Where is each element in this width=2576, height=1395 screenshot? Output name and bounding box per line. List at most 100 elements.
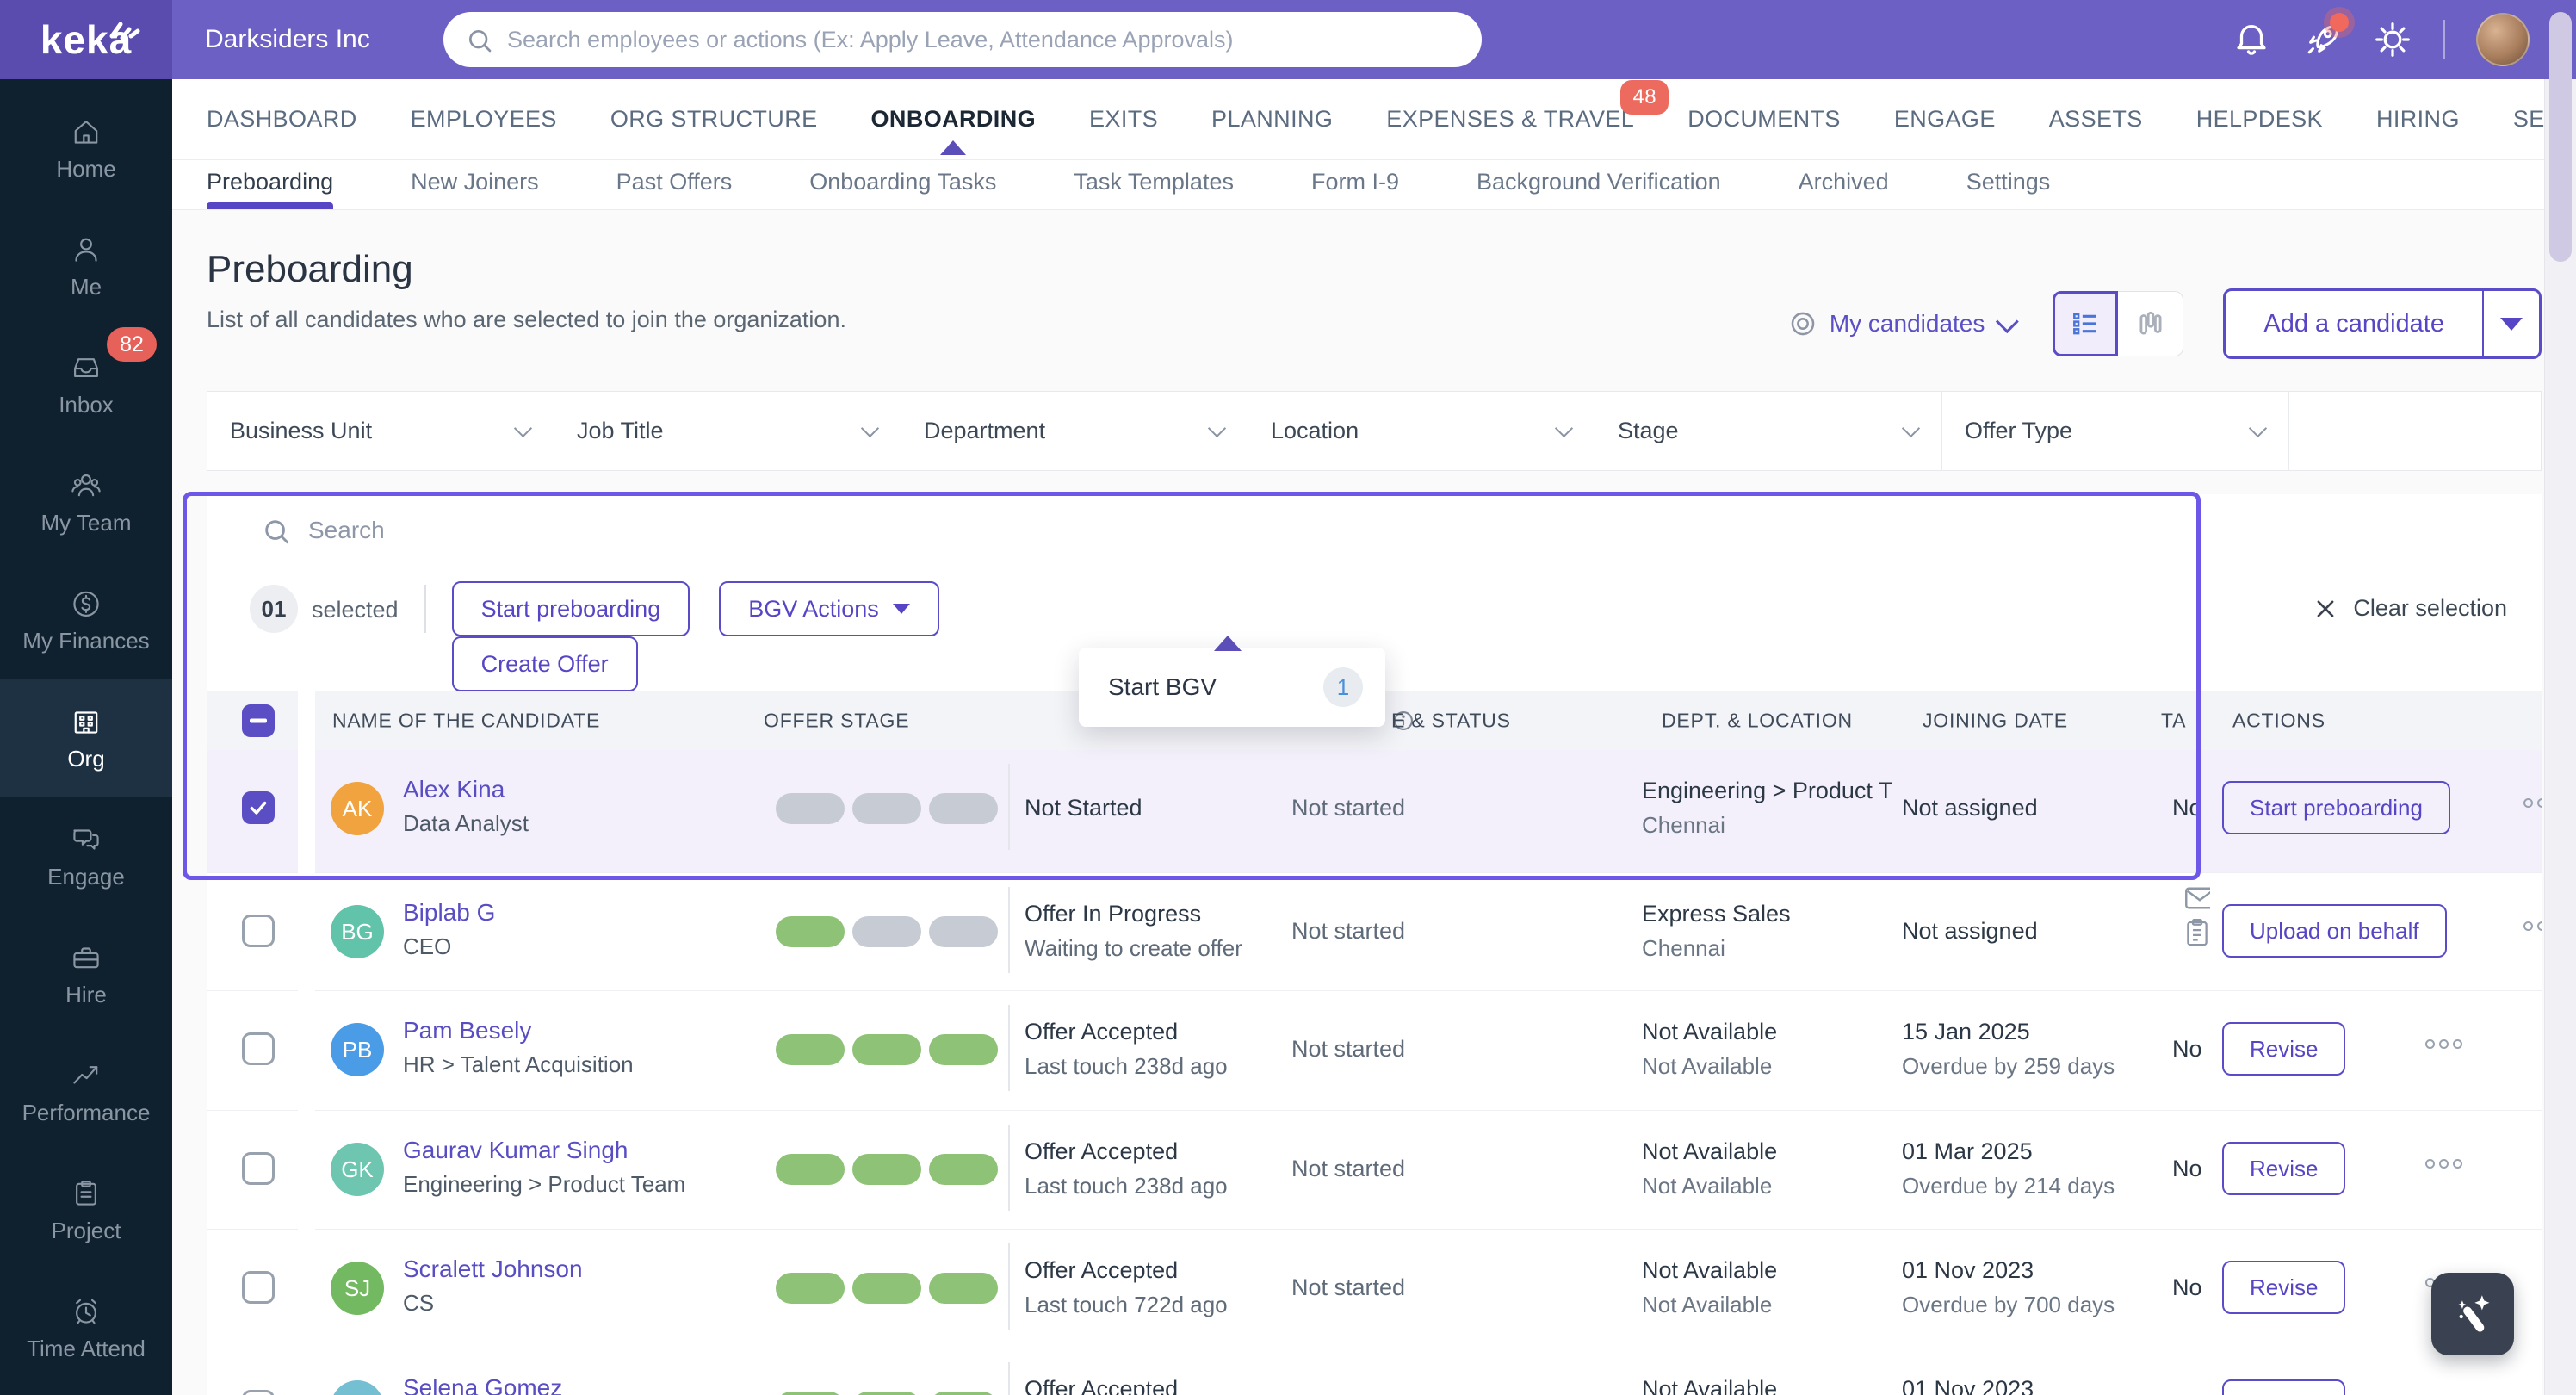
row-checkbox[interactable]: [242, 1152, 275, 1185]
filter-department[interactable]: Department: [901, 392, 1248, 470]
tab-settings[interactable]: Settings: [1966, 160, 2051, 209]
table-search-input[interactable]: [207, 494, 2542, 567]
user-avatar[interactable]: [2476, 13, 2530, 66]
tab-new-joiners[interactable]: New Joiners: [411, 160, 539, 209]
nav-assets[interactable]: ASSETS: [2049, 106, 2143, 133]
keka-logo[interactable]: keka: [0, 0, 172, 79]
candidate-name-link[interactable]: Alex Kina: [403, 776, 505, 803]
settings-gear-icon[interactable]: [2373, 20, 2412, 59]
revise-button[interactable]: Revise: [2222, 1022, 2346, 1076]
sidebar-item-inbox[interactable]: Inbox 82: [0, 326, 172, 443]
offer-stage-title: Offer Accepted: [1025, 1138, 1179, 1164]
nav-org-structure[interactable]: ORG STRUCTURE: [610, 106, 818, 133]
start-preboarding-button[interactable]: Start preboarding: [451, 581, 690, 636]
bgv-actions-button[interactable]: BGV Actions: [719, 581, 939, 636]
filter-location[interactable]: Location: [1248, 392, 1595, 470]
row-checkbox[interactable]: [242, 914, 275, 947]
vertical-scrollbar-track[interactable]: [2544, 79, 2576, 1395]
sidebar-item-my-finances[interactable]: My Finances: [0, 561, 172, 679]
global-search-input[interactable]: [443, 12, 1482, 67]
tab-past-offers[interactable]: Past Offers: [616, 160, 733, 209]
sidebar-item-performance[interactable]: Performance: [0, 1033, 172, 1151]
header-actions: ACTIONS: [2232, 709, 2325, 732]
sidebar-item-engage[interactable]: Engage: [0, 797, 172, 915]
sidebar-item-org[interactable]: Org: [0, 679, 172, 797]
notifications-bell-icon[interactable]: [2232, 20, 2271, 59]
candidate-name-link[interactable]: Selena Gomez: [403, 1374, 562, 1395]
filter-business-unit[interactable]: Business Unit: [207, 392, 554, 470]
candidate-name-link[interactable]: Scralett Johnson: [403, 1256, 583, 1283]
create-offer-button[interactable]: Create Offer: [451, 636, 638, 691]
nav-onboarding[interactable]: ONBOARDING: [871, 106, 1037, 155]
nav-hiring[interactable]: HIRING: [2376, 106, 2460, 133]
kanban-view-button[interactable]: [2118, 291, 2184, 356]
sidebar-item-hire[interactable]: Hire: [0, 915, 172, 1033]
revise-button[interactable]: Revise: [2222, 1142, 2346, 1195]
candidate-name-link[interactable]: Biplab G: [403, 899, 495, 927]
sidebar-item-me[interactable]: Me: [0, 208, 172, 326]
location: Not Available: [1642, 1173, 1773, 1199]
nav-documents[interactable]: DOCUMENTS: [1687, 106, 1841, 133]
start-preboarding-button[interactable]: Start preboarding: [2222, 781, 2450, 834]
nav-label: ORG STRUCTURE: [610, 106, 818, 132]
row-more-menu[interactable]: [2523, 798, 2542, 808]
sidebar-item-time-attend[interactable]: Time Attend: [0, 1269, 172, 1387]
revise-button[interactable]: Revise: [2222, 1380, 2346, 1395]
upload-on-behalf-button[interactable]: Upload on behalf: [2222, 904, 2447, 958]
row-more-menu[interactable]: [2425, 1159, 2462, 1169]
row-more-menu[interactable]: [2523, 921, 2542, 931]
revise-button[interactable]: Revise: [2222, 1261, 2346, 1314]
list-view-button[interactable]: [2053, 291, 2119, 356]
menu-item-start-bgv[interactable]: Start BGV: [1108, 673, 1217, 701]
nav-exits[interactable]: EXITS: [1089, 106, 1158, 133]
tab-archived[interactable]: Archived: [1799, 160, 1889, 209]
sidebar-item-project[interactable]: Project: [0, 1151, 172, 1269]
project-icon: [76, 1181, 96, 1206]
selection-divider: [424, 585, 426, 633]
row-more-menu[interactable]: [2425, 1039, 2462, 1049]
row-checkbox[interactable]: [242, 1032, 275, 1065]
filter-stage[interactable]: Stage: [1595, 392, 1942, 470]
row-checkbox[interactable]: [242, 791, 275, 824]
sidebar-item-label: Me: [70, 274, 102, 300]
candidate-name-link[interactable]: Gaurav Kumar Singh: [403, 1137, 628, 1164]
inbox-icon: [74, 358, 98, 377]
add-candidate-button[interactable]: Add a candidate: [2226, 291, 2482, 356]
location: Not Available: [1642, 1053, 1773, 1079]
nav-expenses-travel[interactable]: EXPENSES & TRAVEL 48: [1386, 80, 1669, 133]
candidate-scope-dropdown[interactable]: My candidates: [1788, 309, 2020, 338]
tab-form-i-9[interactable]: Form I-9: [1311, 160, 1399, 209]
nav-engage[interactable]: ENGAGE: [1894, 106, 1996, 133]
add-candidate-menu-button[interactable]: [2482, 291, 2539, 356]
sidebar-item-my-team[interactable]: My Team: [0, 443, 172, 561]
table-row: SGSelena GomezProduct Marketing ManagerO…: [207, 1348, 2542, 1395]
tab-background-verification[interactable]: Background Verification: [1477, 160, 1721, 209]
selected-count-label: selected: [312, 597, 399, 623]
nav-planning[interactable]: PLANNING: [1211, 106, 1333, 133]
filter-offer-type[interactable]: Offer Type: [1942, 392, 2289, 470]
chevron-down-icon: [1554, 418, 1574, 438]
vertical-scrollbar-thumb[interactable]: [2549, 12, 2572, 262]
nav-helpdesk[interactable]: HELPDESK: [2196, 106, 2323, 133]
clear-selection-button[interactable]: Clear selection: [2313, 595, 2507, 622]
ai-wand-button[interactable]: [2431, 1273, 2514, 1355]
row-checkbox[interactable]: [242, 1390, 275, 1395]
candidate-name-link[interactable]: Pam Besely: [403, 1017, 531, 1045]
offer-stage-pill: [852, 916, 921, 947]
row-checkbox[interactable]: [242, 1271, 275, 1304]
bgv-status: Not started: [1291, 1156, 1406, 1181]
tab-task-templates[interactable]: Task Templates: [1074, 160, 1234, 209]
sidebar-item-home[interactable]: Home: [0, 90, 172, 208]
tab-onboarding-tasks[interactable]: Onboarding Tasks: [809, 160, 996, 209]
left-sidebar: Home Me Inbox 82 My Team My Finances Org Engage…: [0, 79, 172, 1395]
tab-label: Past Offers: [616, 169, 733, 195]
nav-employees[interactable]: EMPLOYEES: [411, 106, 557, 133]
select-all-checkbox[interactable]: [242, 704, 275, 737]
filter-job-title[interactable]: Job Title: [554, 392, 901, 470]
nav-label: EXITS: [1089, 106, 1159, 132]
offer-stage-subtitle: Last touch 722d ago: [1025, 1292, 1228, 1318]
tab-preboarding[interactable]: Preboarding: [207, 160, 334, 209]
whats-new-rocket-icon[interactable]: [2302, 13, 2349, 59]
chevron-down-icon: [1901, 418, 1921, 438]
nav-dashboard[interactable]: DASHBOARD: [207, 106, 357, 133]
